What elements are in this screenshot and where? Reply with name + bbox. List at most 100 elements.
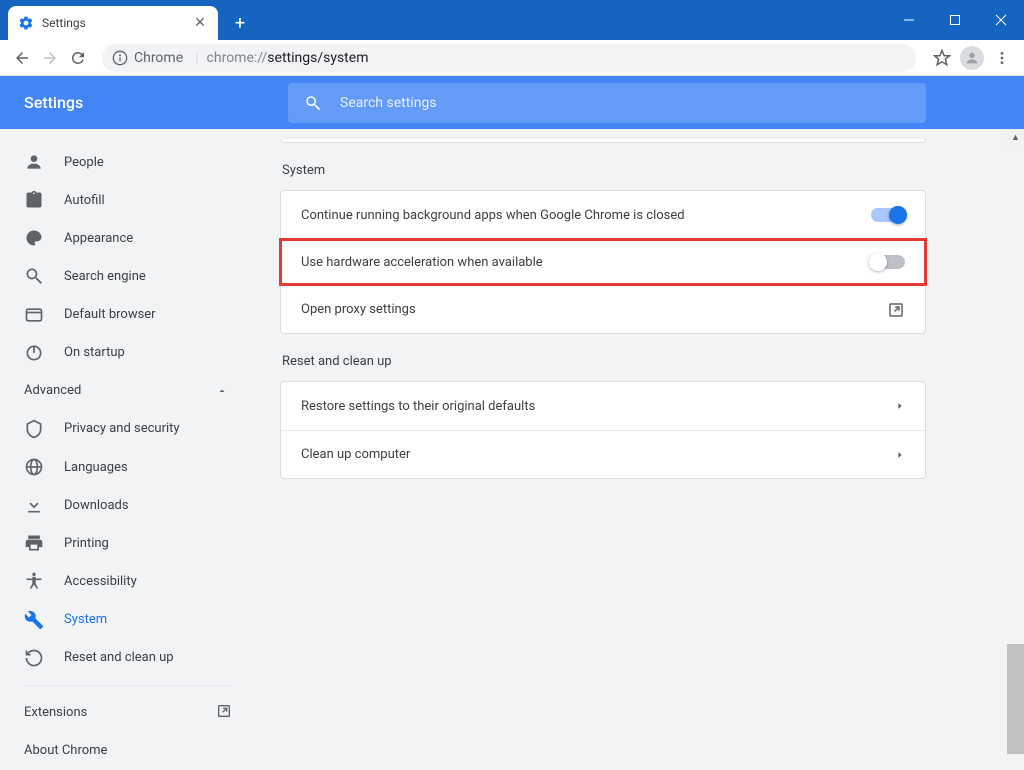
sidebar-divider <box>24 685 232 686</box>
sidebar-item-reset[interactable]: Reset and clean up <box>0 639 256 677</box>
avatar-icon <box>960 46 984 70</box>
sidebar-item-default-browser[interactable]: Default browser <box>0 296 256 334</box>
settings-header: Settings <box>0 76 1024 129</box>
minimize-button[interactable] <box>886 0 932 40</box>
sidebar-item-label: Reset and clean up <box>64 650 174 665</box>
wrench-icon <box>24 610 44 630</box>
about-label: About Chrome <box>24 743 107 758</box>
new-tab-button[interactable]: + <box>226 9 254 37</box>
download-icon <box>24 495 44 515</box>
chevron-right-icon <box>895 450 905 460</box>
row-hardware-acceleration[interactable]: Use hardware acceleration when available <box>279 238 927 286</box>
sidebar-item-languages[interactable]: Languages <box>0 448 256 486</box>
close-tab-button[interactable]: ✕ <box>192 15 208 31</box>
power-icon <box>24 343 44 363</box>
back-button[interactable] <box>8 44 36 72</box>
browser-toolbar: Chrome | chrome://settings/system <box>0 40 1024 76</box>
sidebar-item-label: System <box>64 612 107 627</box>
sidebar-item-accessibility[interactable]: Accessibility <box>0 562 256 600</box>
menu-button[interactable] <box>988 44 1016 72</box>
sidebar-item-label: On startup <box>64 345 125 360</box>
forward-button[interactable] <box>36 44 64 72</box>
sidebar-item-autofill[interactable]: Autofill <box>0 181 256 219</box>
settings-content: System Continue running background apps … <box>256 129 1024 770</box>
reset-card: Restore settings to their original defau… <box>280 381 926 479</box>
search-icon <box>24 266 44 286</box>
palette-icon <box>24 228 44 248</box>
omnibox-separator: | <box>195 50 198 66</box>
window-titlebar: Settings ✕ + <box>0 0 1024 40</box>
sidebar-item-label: Default browser <box>64 307 156 322</box>
sidebar-item-label: Search engine <box>64 269 146 284</box>
sidebar-item-label: People <box>64 155 104 170</box>
site-info-icon[interactable] <box>112 50 128 66</box>
row-label: Continue running background apps when Go… <box>301 208 685 223</box>
url-path-gray: settings/ <box>267 50 323 66</box>
external-link-icon <box>887 301 905 319</box>
search-icon <box>304 94 322 112</box>
search-input[interactable] <box>340 95 910 111</box>
system-card: Continue running background apps when Go… <box>280 190 926 334</box>
sidebar-advanced-toggle[interactable]: Advanced <box>0 372 256 410</box>
sidebar-item-label: Languages <box>64 460 128 475</box>
main-area: People Autofill Appearance Search engine… <box>0 129 1024 770</box>
row-cleanup-computer[interactable]: Clean up computer <box>281 430 925 478</box>
gear-icon <box>18 15 34 31</box>
scroll-up-arrow[interactable]: ▲ <box>1007 129 1024 146</box>
sidebar-item-downloads[interactable]: Downloads <box>0 486 256 524</box>
browser-tab[interactable]: Settings ✕ <box>8 6 218 40</box>
sidebar-item-appearance[interactable]: Appearance <box>0 219 256 257</box>
bookmark-button[interactable] <box>928 44 956 72</box>
sidebar-about[interactable]: About Chrome <box>0 732 256 770</box>
sidebar-item-on-startup[interactable]: On startup <box>0 334 256 372</box>
toggle-hardware-acceleration[interactable] <box>871 255 905 269</box>
chevron-up-icon <box>212 385 232 397</box>
settings-sidebar: People Autofill Appearance Search engine… <box>0 129 256 770</box>
sidebar-item-label: Printing <box>64 536 109 551</box>
page-title: Settings <box>24 93 83 112</box>
external-link-icon <box>216 703 232 723</box>
search-settings-box[interactable] <box>288 83 926 123</box>
sidebar-extensions[interactable]: Extensions <box>0 694 256 732</box>
globe-icon <box>24 457 44 477</box>
sidebar-item-privacy[interactable]: Privacy and security <box>0 410 256 448</box>
accessibility-icon <box>24 571 44 591</box>
row-label: Clean up computer <box>301 447 410 462</box>
sidebar-item-people[interactable]: People <box>0 143 256 181</box>
chevron-right-icon <box>895 401 905 411</box>
address-bar[interactable]: Chrome | chrome://settings/system <box>102 44 916 72</box>
person-icon <box>24 152 44 172</box>
close-window-button[interactable] <box>978 0 1024 40</box>
scrollbar-thumb[interactable] <box>1007 644 1024 754</box>
advanced-label: Advanced <box>24 383 81 398</box>
url-scheme: chrome:// <box>207 50 268 66</box>
history-icon <box>24 648 44 668</box>
maximize-button[interactable] <box>932 0 978 40</box>
sidebar-item-label: Downloads <box>64 498 129 513</box>
omnibox-chrome-label: Chrome <box>134 50 183 66</box>
clipboard-icon <box>24 190 44 210</box>
profile-button[interactable] <box>958 44 986 72</box>
sidebar-item-search-engine[interactable]: Search engine <box>0 257 256 295</box>
sidebar-item-printing[interactable]: Printing <box>0 524 256 562</box>
browser-icon <box>24 305 44 325</box>
row-restore-defaults[interactable]: Restore settings to their original defau… <box>281 382 925 430</box>
tab-title: Settings <box>42 16 86 30</box>
sidebar-item-label: Privacy and security <box>64 421 180 436</box>
sidebar-item-label: Appearance <box>64 231 133 246</box>
reload-button[interactable] <box>64 44 92 72</box>
sidebar-item-system[interactable]: System <box>0 601 256 639</box>
section-title-system: System <box>282 163 926 178</box>
print-icon <box>24 533 44 553</box>
row-label: Restore settings to their original defau… <box>301 399 535 414</box>
url-path-dark: system <box>323 50 368 66</box>
extensions-label: Extensions <box>24 705 87 720</box>
row-label: Open proxy settings <box>301 302 416 317</box>
shield-icon <box>24 419 44 439</box>
toggle-background-apps[interactable] <box>871 208 905 222</box>
row-proxy-settings[interactable]: Open proxy settings <box>281 285 925 333</box>
sidebar-item-label: Accessibility <box>64 574 137 589</box>
row-label: Use hardware acceleration when available <box>301 255 543 270</box>
card-edge <box>280 139 926 143</box>
row-background-apps[interactable]: Continue running background apps when Go… <box>281 191 925 239</box>
